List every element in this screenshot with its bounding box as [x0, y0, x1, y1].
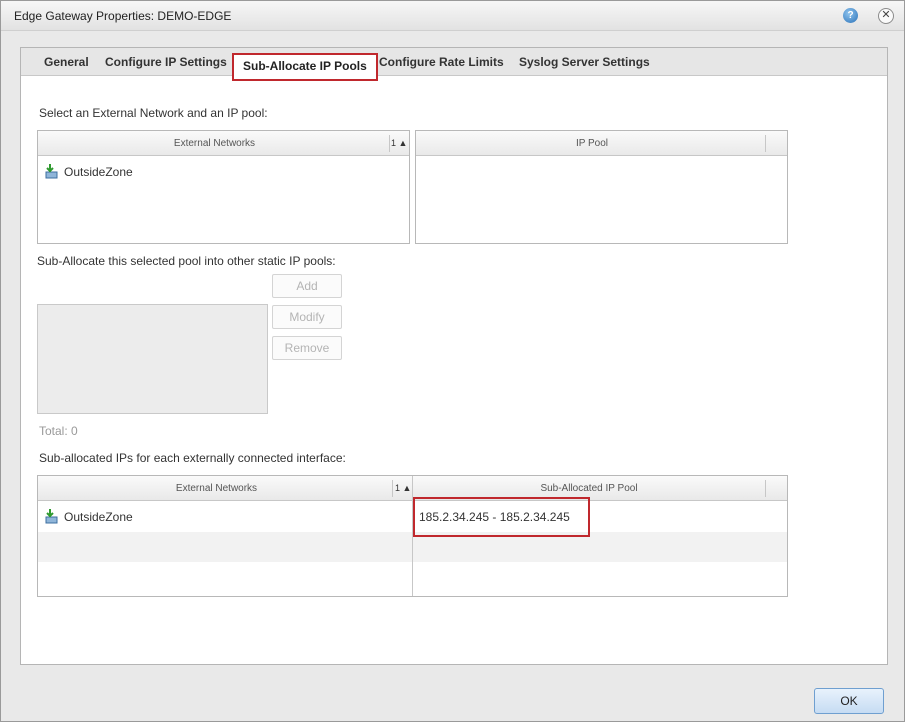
select-network-prompt: Select an External Network and an IP poo… [39, 106, 268, 120]
tab-general[interactable]: General [44, 55, 89, 69]
dialog-titlebar: Edge Gateway Properties: DEMO-EDGE ? ✕ [1, 1, 904, 31]
tab-configure-rate-limits[interactable]: Configure Rate Limits [379, 55, 504, 69]
dialog-content: General Configure IP Settings Sub-Alloca… [20, 47, 888, 665]
tab-sub-allocate-ip-pools[interactable]: Sub-Allocate IP Pools [232, 53, 378, 81]
add-button[interactable]: Add [272, 274, 342, 298]
col-external-networks[interactable]: External Networks [38, 483, 395, 494]
ip-pool-grid: IP Pool [415, 130, 788, 244]
col-sub-allocated-ip-pool[interactable]: Sub-Allocated IP Pool [413, 483, 765, 494]
col-ip-pool[interactable]: IP Pool [416, 138, 768, 149]
network-name: OutsideZone [64, 510, 133, 524]
remove-button[interactable]: Remove [272, 336, 342, 360]
external-networks-grid: External Networks 1 ▲ OutsideZone [37, 130, 410, 244]
grid-header: External Networks 1 ▲ [38, 131, 409, 156]
ok-button[interactable]: OK [814, 688, 884, 714]
network-icon [45, 509, 58, 524]
help-icon[interactable]: ? [843, 8, 858, 23]
total-count: Total: 0 [39, 424, 78, 438]
tab-configure-ip-settings[interactable]: Configure IP Settings [105, 55, 227, 69]
static-ip-pools-list[interactable] [37, 304, 268, 414]
column-divider [389, 135, 390, 152]
tab-syslog-server-settings[interactable]: Syslog Server Settings [519, 55, 650, 69]
dialog-title: Edge Gateway Properties: DEMO-EDGE [14, 9, 232, 23]
column-divider [392, 480, 393, 497]
sub-allocate-prompt: Sub-Allocate this selected pool into oth… [37, 254, 336, 268]
sort-indicator[interactable]: 1 ▲ [395, 483, 411, 493]
table-row[interactable]: OutsideZone [38, 157, 409, 185]
modify-button[interactable]: Modify [272, 305, 342, 329]
col-external-networks[interactable]: External Networks [38, 138, 391, 149]
grid-header: IP Pool [416, 131, 787, 156]
network-name: OutsideZone [64, 165, 133, 179]
edge-gateway-properties-dialog: Edge Gateway Properties: DEMO-EDGE ? ✕ G… [0, 0, 905, 722]
pool-range-highlight [413, 497, 590, 537]
sort-indicator[interactable]: 1 ▲ [391, 138, 407, 148]
sub-allocated-ips-grid: External Networks 1 ▲ Sub-Allocated IP P… [37, 475, 788, 597]
close-icon[interactable]: ✕ [878, 8, 894, 24]
column-divider [765, 135, 766, 152]
sub-allocated-prompt: Sub-allocated IPs for each externally co… [39, 451, 346, 465]
network-icon [45, 164, 58, 179]
column-divider [765, 480, 766, 497]
tab-bar: General Configure IP Settings Sub-Alloca… [21, 48, 887, 81]
